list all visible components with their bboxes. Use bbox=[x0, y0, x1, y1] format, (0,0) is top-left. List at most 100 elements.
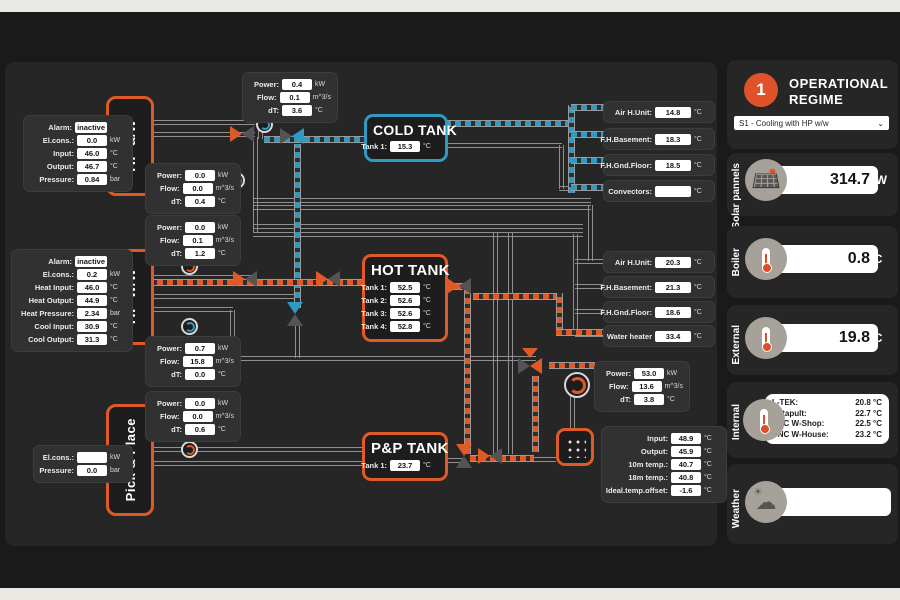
tank-row: Tank 2:52.6°C bbox=[371, 295, 439, 306]
sensor-row: F.H.Gnd.Floor:18.6°C bbox=[604, 302, 714, 322]
power-box: Power:0.7kW Flow:15.8m^3/s dT:0.0°C bbox=[146, 337, 240, 386]
value-field: 0.1 bbox=[280, 92, 310, 103]
hot-pipe bbox=[464, 290, 471, 454]
pump-icon[interactable] bbox=[181, 318, 198, 335]
tank-row: Tank 1:15.3°C bbox=[373, 141, 439, 152]
tank-row: Tank 1:52.5°C bbox=[371, 282, 439, 293]
tank-row: Tank 4:52.8°C bbox=[371, 321, 439, 332]
cloud-sun-icon: ☀☁ bbox=[756, 492, 777, 513]
value-field: 3.6 bbox=[282, 105, 312, 116]
pipe bbox=[559, 145, 564, 189]
solar-panel-label: Solar pannels bbox=[731, 163, 742, 229]
hot-pipe bbox=[556, 329, 604, 336]
heat-exchanger-icon[interactable] bbox=[556, 428, 594, 466]
valve-icon[interactable] bbox=[518, 358, 542, 374]
value-field: 0.0 bbox=[77, 135, 107, 146]
hp-aw-info-box: Alarm:inactive El.cons.:0.0kW Input:46.0… bbox=[24, 116, 132, 191]
regime-dropdown-value: S1 - Cooling with HP w/w bbox=[739, 119, 829, 128]
pipe bbox=[147, 294, 297, 299]
pipe bbox=[508, 232, 513, 454]
value-field: 18.3 bbox=[655, 134, 691, 145]
cold-pipe bbox=[568, 105, 575, 193]
weather-icon-circle: ☀☁ bbox=[745, 481, 787, 523]
power-box: Power:0.0kW Flow:0.1m^3/s dT:1.2°C bbox=[146, 216, 240, 265]
value-field: 33.4 bbox=[655, 331, 691, 342]
value-field: 0.2 bbox=[77, 269, 107, 280]
valve-icon[interactable] bbox=[456, 444, 472, 468]
value-field: 0.7 bbox=[185, 343, 215, 354]
tank-temp-field: 15.3 bbox=[390, 141, 420, 152]
pipe bbox=[295, 323, 300, 358]
tank-temp-field: 23.7 bbox=[390, 460, 420, 471]
value-field: 3.8 bbox=[634, 394, 664, 405]
internal-temp-row: Katapult:22.7 °C bbox=[772, 409, 882, 420]
ground-sensors-box: Input:48.9°C Output:45.9°C 10m temp.:40.… bbox=[602, 427, 726, 502]
value-field: 18.5 bbox=[655, 160, 691, 171]
pipe bbox=[230, 356, 536, 361]
pipe bbox=[253, 232, 583, 237]
sensor-row: F.H.Basement:18.3°C bbox=[604, 129, 714, 149]
valve-icon[interactable] bbox=[233, 271, 257, 287]
pipe bbox=[147, 307, 233, 312]
tank-temp-field: 52.6 bbox=[390, 295, 420, 306]
cold-tank-title: COLD TANK bbox=[373, 122, 439, 138]
cold-pipe bbox=[571, 104, 604, 111]
power-box: Power:0.4kW Flow:0.1m^3/s dT:3.6°C bbox=[243, 73, 337, 122]
pick-place-info-box: El.cons.:kW Pressure:0.0bar bbox=[34, 446, 132, 482]
pp-tank: P&P TANK Tank 1:23.7°C bbox=[362, 432, 448, 481]
value-field: 0.6 bbox=[185, 424, 215, 435]
internal-label: Internal bbox=[731, 404, 742, 440]
valve-icon[interactable] bbox=[280, 128, 304, 144]
boiler-icon-circle bbox=[745, 238, 787, 280]
pipe bbox=[253, 198, 591, 203]
pipe bbox=[147, 447, 365, 452]
external-panel: External 19.8 °C bbox=[727, 305, 898, 375]
regime-dropdown[interactable]: S1 - Cooling with HP w/w ⌄ bbox=[734, 116, 889, 130]
pump-icon[interactable] bbox=[564, 372, 590, 398]
value-field: 20.3 bbox=[655, 257, 691, 268]
valve-icon[interactable] bbox=[447, 278, 471, 294]
valve-icon[interactable] bbox=[316, 271, 340, 287]
valve-icon[interactable] bbox=[478, 448, 502, 464]
value-field: 46.0 bbox=[77, 148, 107, 159]
cold-pipe bbox=[571, 131, 604, 138]
value-field: 45.9 bbox=[671, 446, 701, 457]
value-field: -1.6 bbox=[671, 485, 701, 496]
sensor-row: Air H.Unit:20.3°C bbox=[604, 252, 714, 272]
pipe bbox=[253, 224, 583, 229]
pump-icon[interactable] bbox=[181, 441, 198, 458]
regime-title: OPERATIONAL REGIME bbox=[789, 76, 888, 107]
power-box: Power:0.0kW Flow:0.0m^3/s dT:0.4°C bbox=[146, 164, 240, 213]
value-field: inactive bbox=[75, 256, 107, 267]
sensor-row: F.H.Basement:21.3°C bbox=[604, 277, 714, 297]
cold-tank: COLD TANK Tank 1:15.3°C bbox=[364, 114, 448, 162]
value-field: 30.9 bbox=[77, 321, 107, 332]
value-field: 0.0 bbox=[185, 170, 215, 181]
solar-panel-icon bbox=[752, 173, 779, 188]
value-field: 0.84 bbox=[77, 174, 107, 185]
scada-screen: { "colors": { "accent_orange": "#e05a28"… bbox=[0, 0, 900, 600]
hot-pipe bbox=[532, 376, 539, 452]
value-field: 46.7 bbox=[77, 161, 107, 172]
solar-icon-circle bbox=[745, 159, 787, 201]
weather-label: Weather bbox=[731, 489, 742, 528]
value-field: 18.6 bbox=[655, 307, 691, 318]
value-field: 1.2 bbox=[185, 248, 215, 259]
cold-pipe bbox=[445, 120, 573, 127]
internal-temp-row: L-TEK:20.8 °C bbox=[772, 398, 882, 409]
pipe bbox=[588, 205, 593, 261]
value-field: 0.0 bbox=[183, 411, 213, 422]
value-field: 46.0 bbox=[77, 282, 107, 293]
value-field: 40.8 bbox=[671, 472, 701, 483]
thermometer-icon bbox=[760, 409, 768, 431]
value-field: inactive bbox=[75, 122, 107, 133]
pipe bbox=[445, 143, 562, 148]
hot-pipe bbox=[549, 362, 595, 369]
hp-ww-info-box: Alarm:inactive El.cons.:0.2kW Heat Input… bbox=[12, 250, 132, 351]
value-field bbox=[77, 452, 107, 463]
pipe bbox=[147, 120, 255, 125]
valve-icon[interactable] bbox=[287, 302, 303, 326]
valve-icon[interactable] bbox=[230, 126, 254, 142]
regime-number-badge: 1 bbox=[744, 73, 778, 107]
value-field: 0.0 bbox=[185, 369, 215, 380]
